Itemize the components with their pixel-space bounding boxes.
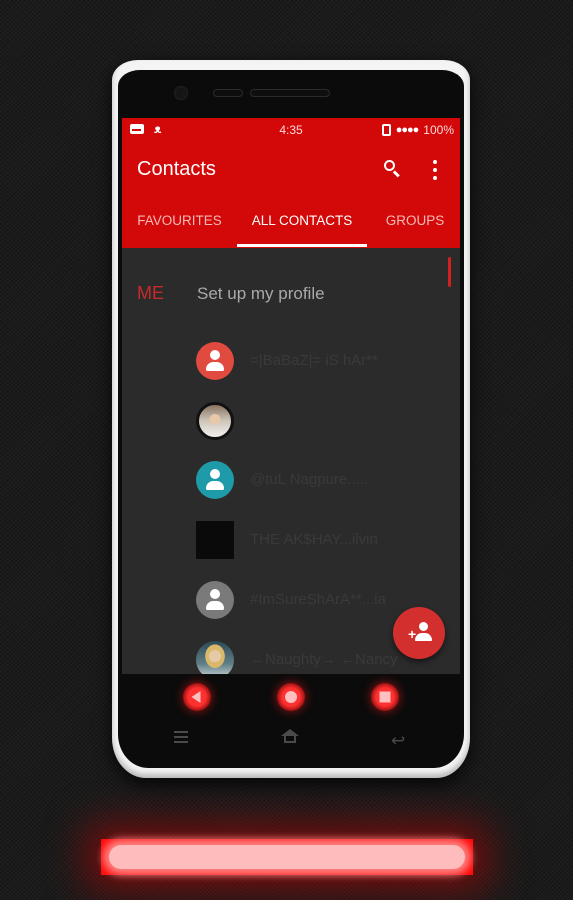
front-camera: [174, 86, 188, 100]
contact-name: #ImSureShArA**...ia: [250, 591, 386, 608]
tab-groups[interactable]: GROUPS: [380, 210, 450, 232]
list-item[interactable]: [196, 402, 446, 440]
list-item[interactable]: =|BaBaZ|= iS hAr**: [196, 342, 446, 380]
avatar-photo: [196, 641, 234, 674]
signal-strength-icon: ●●●●: [395, 124, 420, 136]
nav-recents-button[interactable]: [371, 683, 399, 711]
avatar-photo: [196, 521, 234, 559]
hardware-back-button[interactable]: ↩: [391, 731, 405, 751]
recents-square-icon: [379, 691, 391, 703]
back-triangle-icon: [191, 691, 201, 703]
setup-profile-link[interactable]: Set up my profile: [197, 284, 325, 304]
avatar: [196, 581, 234, 619]
home-circle-icon: [285, 691, 297, 703]
tab-all-contacts[interactable]: ALL CONTACTS: [236, 210, 368, 232]
hardware-home-button[interactable]: [281, 729, 299, 743]
app-title: Contacts: [137, 158, 216, 180]
app-bar: Contacts FAVOURITES ALL CONTACTS GROUPS: [122, 142, 460, 248]
more-options-button[interactable]: [427, 158, 443, 182]
list-item[interactable]: @tuL Nagpure.....: [196, 461, 446, 499]
me-section-label: ME: [137, 283, 164, 303]
home-icon: [281, 729, 299, 736]
avatar-photo: [196, 402, 234, 440]
screen: ᴥ 4:35 ●●●● 100% Contacts FAVOURITES ALL…: [122, 118, 460, 674]
more-vert-icon: [433, 160, 437, 164]
contact-name: THE AK$HAY...ilvin: [250, 531, 378, 548]
nav-home-button[interactable]: [277, 683, 305, 711]
avatar: [196, 461, 234, 499]
decorative-glow-bar: [101, 839, 473, 875]
back-arrow-icon: ↩: [391, 731, 406, 750]
tab-bar: FAVOURITES ALL CONTACTS GROUPS: [122, 210, 460, 248]
menu-icon: [174, 731, 188, 733]
scrollbar[interactable]: [448, 257, 451, 287]
contact-name: @tuL Nagpure.....: [250, 471, 369, 488]
vibrate-icon: [381, 124, 391, 136]
contact-name: =|BaBaZ|= iS hAr**: [250, 352, 378, 369]
add-contact-button[interactable]: +: [393, 607, 445, 659]
earpiece-speaker: [250, 89, 330, 97]
tab-favourites[interactable]: FAVOURITES: [132, 210, 227, 232]
avatar: [196, 342, 234, 380]
list-item[interactable]: THE AK$HAY...ilvin: [196, 521, 446, 559]
nav-back-button[interactable]: [183, 683, 211, 711]
battery-level: 100%: [423, 123, 454, 137]
status-bar: ᴥ 4:35 ●●●● 100%: [122, 118, 460, 142]
contact-name: ←Naughty→ ←Nancy: [250, 651, 398, 668]
proximity-sensor: [213, 89, 243, 97]
active-tab-indicator: [237, 244, 367, 247]
search-button[interactable]: [382, 158, 404, 180]
hardware-menu-button[interactable]: [174, 731, 188, 746]
